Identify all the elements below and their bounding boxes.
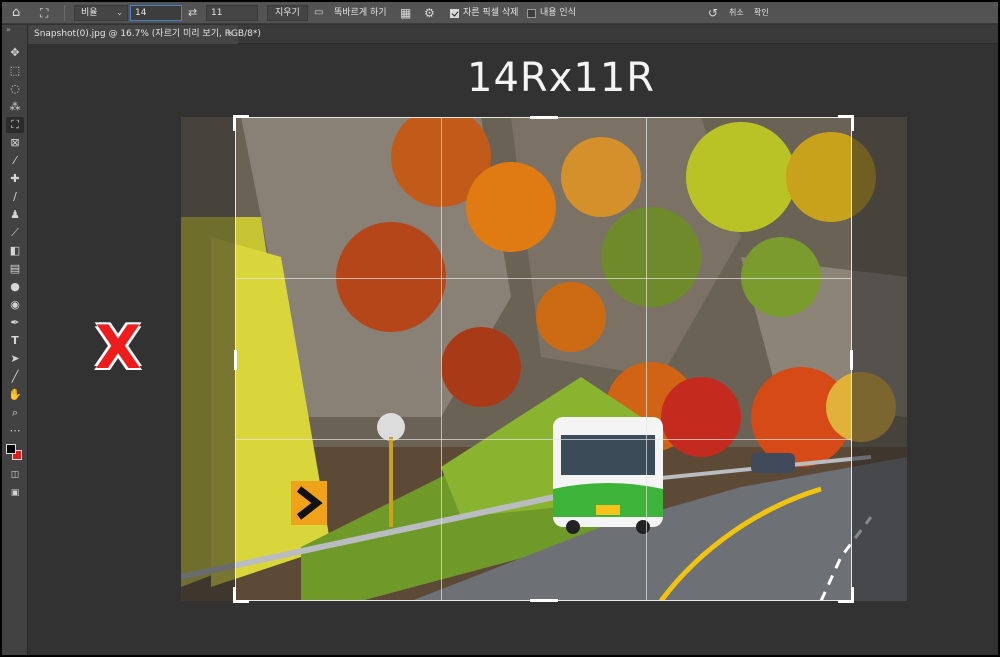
height-input[interactable]: 11 (206, 5, 258, 21)
crop-handle-top[interactable] (530, 116, 558, 119)
content-aware-checkbox[interactable] (527, 9, 536, 18)
zoom-tool-icon[interactable]: ⌕ (6, 405, 24, 421)
chevron-down-icon: ⌄ (116, 8, 123, 17)
screen-mode-icon[interactable]: ▣ (6, 485, 24, 501)
dodge-tool-icon[interactable]: ◉ (6, 297, 24, 313)
clone-stamp-tool-icon[interactable]: ♟ (6, 207, 24, 223)
straighten-button[interactable]: 똑바르게 하기 (334, 2, 387, 24)
foreground-color-swatch[interactable] (6, 444, 16, 454)
move-tool-icon[interactable]: ✥ (6, 45, 24, 61)
eraser-tool-icon[interactable]: ◧ (6, 243, 24, 259)
cancel-button[interactable]: 취소 (729, 2, 744, 24)
content-aware-label: 내용 인식 (540, 8, 576, 18)
crop-handle-right[interactable] (850, 350, 853, 370)
more-tools-icon[interactable]: ⋯ (6, 423, 24, 439)
magic-wand-tool-icon[interactable]: ⁂ (6, 99, 24, 115)
crop-tool-button-icon[interactable]: ⛶ (6, 117, 24, 133)
reset-icon[interactable]: ↺ (708, 2, 718, 24)
blur-tool-icon[interactable]: ● (6, 279, 24, 295)
collapse-chevron-icon[interactable]: » (6, 25, 11, 34)
straighten-icon[interactable]: ▭ (314, 2, 323, 24)
options-bar: ⌂ ⛶ 비율 ⌄ 14 ⇄ 11 지우기 ▭ 똑바르게 하기 ▦ ⚙ 자른 픽셀… (2, 2, 998, 24)
crop-handle-left[interactable] (234, 350, 237, 370)
color-swatches[interactable] (5, 443, 25, 463)
height-input-value: 11 (211, 8, 223, 18)
home-icon[interactable]: ⌂ (12, 2, 20, 24)
tools-panel: » ✥ ⬚ ◌ ⁂ ⛶ ⊠ ⁄ ✚ ∕ ♟ ⟋ ◧ ▤ ● ◉ ✒ T ➤ ╱ … (2, 25, 28, 655)
crop-handle-top-left[interactable] (233, 115, 249, 131)
brush-tool-icon[interactable]: ∕ (6, 189, 24, 205)
gradient-tool-icon[interactable]: ▤ (6, 261, 24, 277)
crop-shield-right (852, 117, 907, 601)
ratio-select-value: 비율 (81, 8, 98, 18)
overlay-grid-icon[interactable]: ▦ (400, 2, 411, 24)
crop-tool-icon[interactable]: ⛶ (40, 2, 48, 24)
eyedropper-tool-icon[interactable]: ⁄ (6, 153, 24, 169)
document-tab-bar: Snapshot(0).jpg @ 16.7% (자르기 미리 보기, RGB/… (28, 25, 998, 44)
red-x-mark: X (95, 313, 142, 383)
close-icon[interactable]: × (226, 25, 234, 44)
delete-pixels-label: 자른 픽셀 삭제 (463, 8, 519, 18)
document-tab[interactable]: Snapshot(0).jpg @ 16.7% (자르기 미리 보기, RGB/… (28, 25, 261, 44)
clear-button[interactable]: 지우기 (267, 5, 308, 21)
marquee-tool-icon[interactable]: ⬚ (6, 63, 24, 79)
crop-handle-bottom[interactable] (530, 599, 558, 602)
gear-icon[interactable]: ⚙ (424, 2, 435, 24)
canvas-area[interactable]: 14Rx11R X (29, 45, 998, 655)
crop-handle-top-right[interactable] (838, 115, 854, 131)
commit-button[interactable]: 확인 (754, 2, 769, 24)
width-input[interactable]: 14 (130, 5, 182, 21)
overlay-ratio-label: 14Rx11R (467, 55, 656, 101)
type-tool-icon[interactable]: T (6, 333, 24, 349)
frame-tool-icon[interactable]: ⊠ (6, 135, 24, 151)
history-brush-tool-icon[interactable]: ⟋ (6, 225, 24, 241)
hand-tool-icon[interactable]: ✋ (6, 387, 24, 403)
quick-mask-icon[interactable]: ◫ (6, 467, 24, 483)
crop-handle-bottom-right[interactable] (838, 587, 854, 603)
photoshop-window: ⌂ ⛶ 비율 ⌄ 14 ⇄ 11 지우기 ▭ 똑바르게 하기 ▦ ⚙ 자른 픽셀… (0, 0, 1000, 657)
ratio-select[interactable]: 비율 ⌄ (74, 5, 128, 21)
path-selection-tool-icon[interactable]: ➤ (6, 351, 24, 367)
crop-shield-left (181, 117, 235, 601)
width-input-value: 14 (135, 8, 147, 18)
pen-tool-icon[interactable]: ✒ (6, 315, 24, 331)
healing-brush-tool-icon[interactable]: ✚ (6, 171, 24, 187)
delete-pixels-checkbox[interactable] (450, 9, 459, 18)
lasso-tool-icon[interactable]: ◌ (6, 81, 24, 97)
line-tool-icon[interactable]: ╱ (6, 369, 24, 385)
crop-handle-bottom-left[interactable] (233, 587, 249, 603)
swap-icon[interactable]: ⇄ (188, 2, 197, 24)
crop-box[interactable] (233, 115, 854, 603)
